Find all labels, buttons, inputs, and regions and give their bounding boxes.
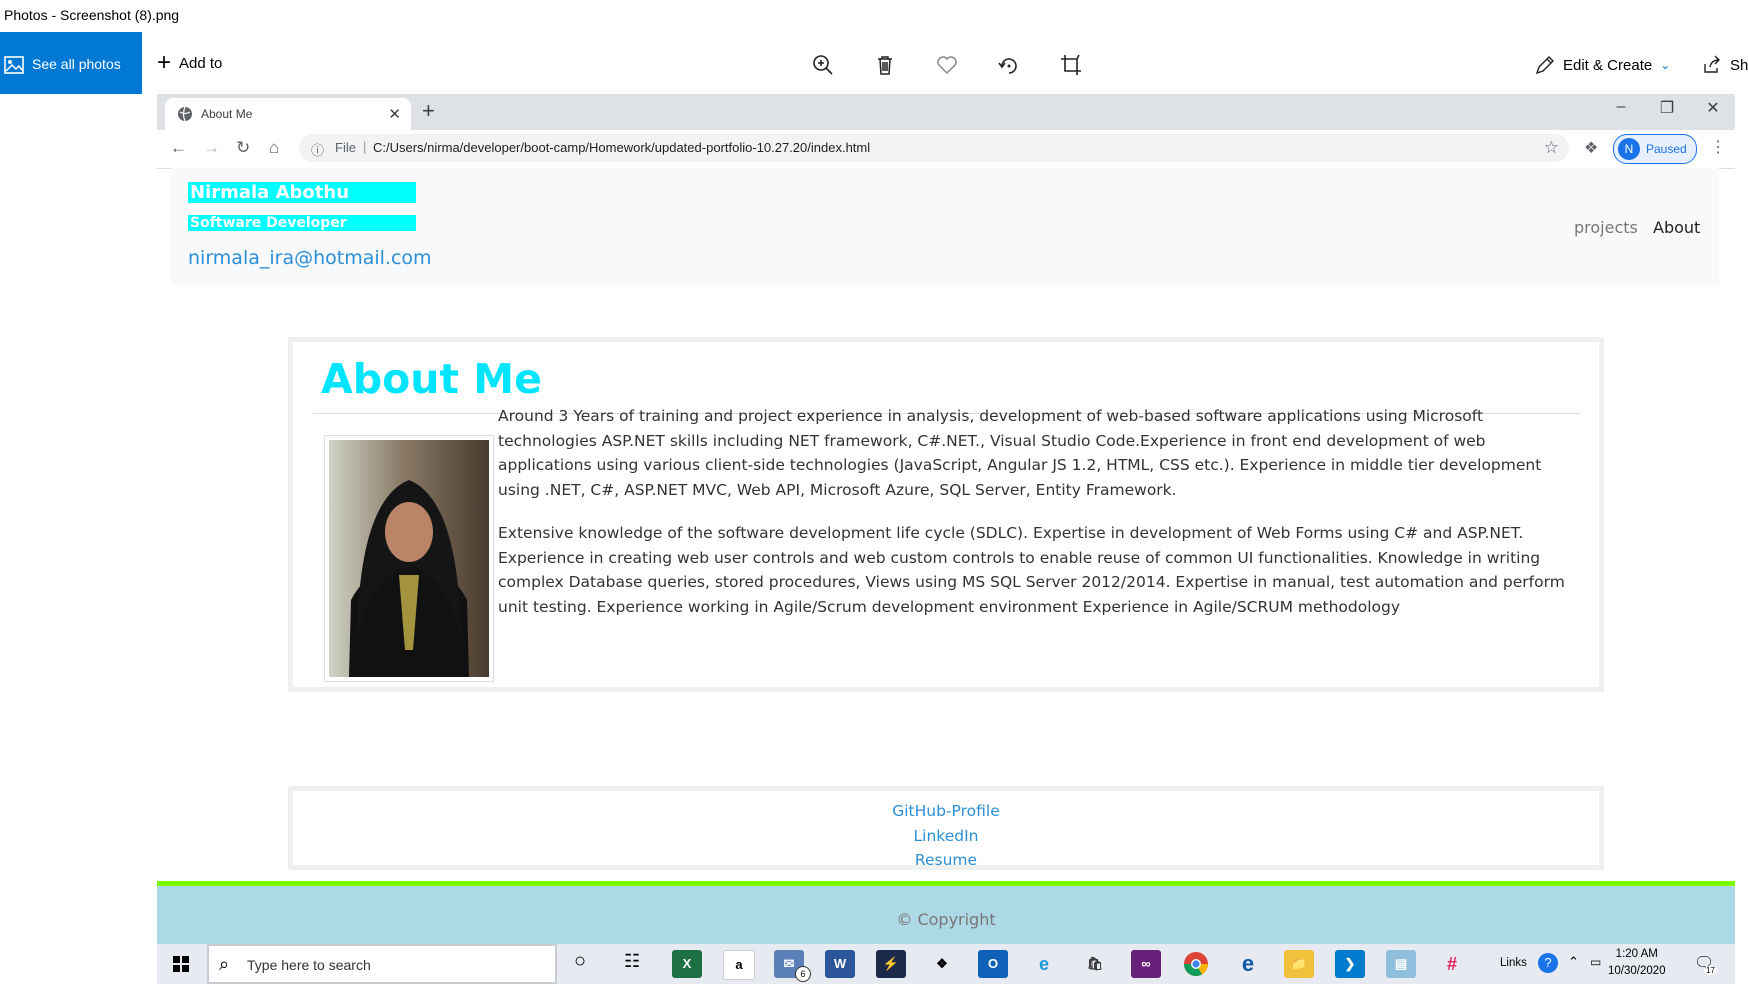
mail-badge: 6: [795, 966, 811, 982]
close-tab-icon[interactable]: ✕: [388, 105, 401, 123]
linkedin-link[interactable]: LinkedIn: [293, 824, 1599, 849]
share-label: Sh: [1730, 56, 1748, 74]
photos-icon: [4, 56, 24, 74]
separator: |: [363, 139, 367, 154]
heart-icon: [937, 56, 957, 75]
github-link[interactable]: GitHub-Profile: [293, 799, 1599, 824]
new-tab-button[interactable]: +: [422, 98, 435, 124]
share-icon: [1704, 55, 1720, 73]
clock-date: 10/30/2020: [1608, 965, 1666, 977]
see-all-photos-button[interactable]: See all photos: [0, 32, 142, 94]
help-icon[interactable]: ?: [1538, 953, 1558, 973]
tab-title: About Me: [201, 107, 253, 121]
site-name: Nirmala Abothu: [188, 182, 416, 203]
profile-photo: [324, 435, 494, 682]
outlook-icon[interactable]: O: [978, 950, 1008, 978]
plus-icon: +: [157, 49, 172, 76]
clock[interactable]: 1:20 AM 10/30/2020: [1608, 946, 1666, 980]
site-name-text: Nirmala Abothu: [188, 182, 416, 203]
restore-icon[interactable]: ❐: [1645, 98, 1689, 118]
bookmark-star-icon[interactable]: ☆: [1544, 138, 1559, 158]
file-label: File: [335, 140, 356, 155]
visual-studio-icon[interactable]: ∞: [1131, 950, 1161, 978]
chevron-down-icon: ⌄: [1660, 58, 1671, 72]
rotate-button[interactable]: [997, 53, 1021, 77]
info-icon[interactable]: ⓘ: [311, 140, 324, 159]
minimize-icon[interactable]: –: [1599, 98, 1643, 116]
close-window-icon[interactable]: ✕: [1691, 98, 1735, 118]
word-icon[interactable]: W: [825, 950, 855, 978]
crop-button[interactable]: [1059, 53, 1083, 77]
site-role-text: Software Developer: [188, 215, 416, 231]
edge-icon[interactable]: e: [1233, 950, 1263, 978]
file-explorer-icon[interactable]: 📁: [1284, 950, 1314, 978]
add-to-button[interactable]: + Add to: [157, 49, 223, 76]
favorite-button[interactable]: [935, 53, 959, 77]
profile-chip[interactable]: N Paused: [1613, 134, 1697, 164]
start-button[interactable]: [157, 944, 205, 984]
amazon-icon[interactable]: a: [723, 950, 755, 980]
edit-icon: [1535, 56, 1554, 75]
vscode-icon[interactable]: ❯: [1335, 950, 1365, 978]
browser-tab[interactable]: About Me ✕: [165, 98, 411, 130]
edit-create-button[interactable]: Edit & Create ⌄: [1535, 55, 1670, 75]
forward-arrow-icon[interactable]: →: [203, 138, 220, 158]
back-arrow-icon[interactable]: ←: [170, 138, 187, 158]
crop-icon: [1061, 54, 1081, 75]
internet-explorer-icon[interactable]: e: [1029, 950, 1059, 978]
notification-count: 17: [1704, 966, 1717, 975]
about-paragraph-2: Extensive knowledge of the software deve…: [498, 524, 1565, 616]
resume-link[interactable]: Resume: [293, 848, 1599, 873]
site-role: Software Developer: [188, 214, 416, 232]
chevron-up-icon[interactable]: ⌃: [1568, 954, 1579, 970]
edit-create-label: Edit & Create: [1563, 56, 1653, 74]
profile-status: Paused: [1646, 142, 1687, 156]
nav-projects-link[interactable]: projects: [1574, 218, 1638, 237]
chrome-icon[interactable]: [1182, 950, 1212, 978]
see-all-photos-label: See all photos: [32, 56, 121, 72]
email-link[interactable]: nirmala_ira@hotmail.com: [188, 247, 432, 269]
task-view-icon[interactable]: ☷: [624, 951, 640, 972]
power-automate-icon[interactable]: ⚡: [876, 950, 906, 978]
search-placeholder: Type here to search: [247, 957, 371, 973]
share-button[interactable]: Sh: [1702, 55, 1748, 75]
clock-time: 1:20 AM: [1615, 948, 1658, 960]
add-to-label: Add to: [179, 54, 223, 72]
taskbar-search-box[interactable]: ⌕ Type here to search: [207, 944, 557, 984]
slack-icon[interactable]: #: [1437, 950, 1467, 978]
about-card: About Me Around 3 Years of training and …: [288, 337, 1604, 692]
store-icon[interactable]: 🛍: [1080, 950, 1110, 978]
address-bar[interactable]: ⓘ File | C:/Users/nirma/developer/boot-c…: [299, 134, 1569, 162]
globe-icon: [177, 106, 193, 122]
photos-title-bar: Photos - Screenshot (8).png: [0, 0, 1748, 32]
links-toolbar-label[interactable]: Links: [1500, 957, 1527, 969]
links-card: GitHub-Profile LinkedIn Resume: [288, 786, 1604, 870]
about-title: About Me: [321, 355, 542, 403]
excel-icon[interactable]: X: [672, 950, 702, 978]
kebab-menu-icon[interactable]: ⋮: [1710, 137, 1726, 157]
cortana-icon[interactable]: ○: [574, 950, 586, 973]
copyright-text: © Copyright: [896, 910, 996, 929]
zoom-in-icon: [813, 55, 833, 75]
home-icon[interactable]: ⌂: [269, 138, 279, 158]
rotate-icon: [998, 58, 1017, 74]
delete-button[interactable]: [873, 53, 897, 77]
about-paragraph-1: Around 3 Years of training and project e…: [498, 407, 1542, 499]
zoom-button[interactable]: [811, 53, 835, 77]
dropbox-icon[interactable]: ❖: [927, 950, 957, 978]
nav-about-link[interactable]: About: [1653, 218, 1700, 237]
remote-desktop-icon[interactable]: ▤: [1386, 950, 1416, 978]
avatar: N: [1618, 138, 1640, 160]
extensions-puzzle-icon[interactable]: ❖: [1584, 138, 1598, 158]
url-text[interactable]: C:/Users/nirma/developer/boot-camp/Homew…: [373, 140, 870, 155]
photos-window-title: Photos - Screenshot (8).png: [4, 7, 180, 23]
windows-logo-icon: [173, 956, 189, 972]
battery-icon[interactable]: ▭: [1590, 955, 1601, 969]
reload-icon[interactable]: ↻: [236, 138, 250, 158]
search-icon: ⌕: [219, 954, 230, 974]
trash-icon: [878, 56, 892, 75]
